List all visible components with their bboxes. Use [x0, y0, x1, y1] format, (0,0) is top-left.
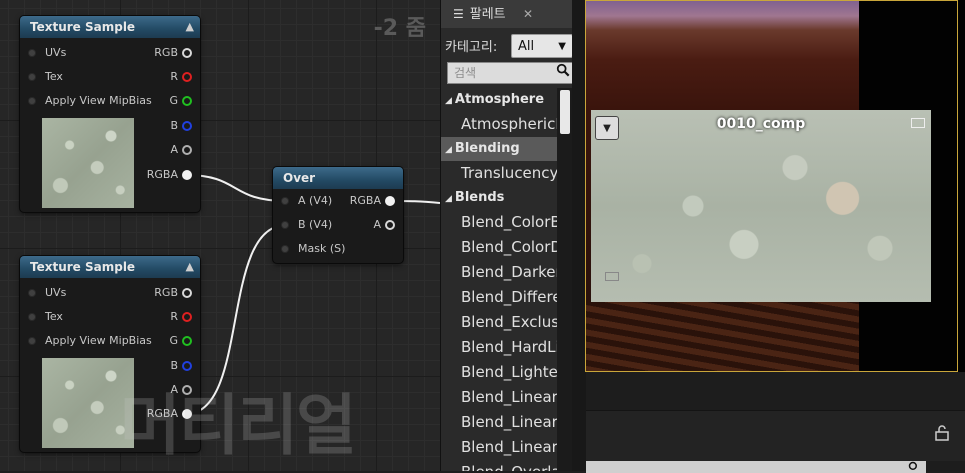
search-icon	[556, 63, 570, 77]
pin-icon	[182, 145, 192, 155]
wire-node1-rgba-to-over-a	[185, 174, 287, 202]
expand-arrow-icon[interactable]: ◢	[445, 194, 452, 204]
input-pin-mask[interactable]: Mask (S)	[281, 240, 345, 258]
texture-preview-window[interactable]: ▼ 0010_comp	[591, 110, 931, 302]
material-graph-canvas[interactable]: -2 줌 Texture Sample ▲ UVs Tex Apply View…	[0, 0, 440, 471]
graph-watermark: 머티리얼	[120, 387, 357, 464]
palette-category-header[interactable]: ◢ Blends	[441, 186, 559, 210]
pin-icon	[281, 221, 289, 229]
input-pin-mipbias[interactable]: Apply View MipBias	[28, 92, 152, 110]
output-pin-rgb[interactable]: RGB	[154, 284, 192, 302]
input-pin-b[interactable]: B (V4)	[281, 216, 332, 234]
pin-icon	[28, 337, 36, 345]
palette-item[interactable]: Blend_HardLight	[441, 335, 559, 360]
close-icon[interactable]: ✕	[523, 0, 533, 28]
input-pin-uvs[interactable]: UVs	[28, 44, 66, 62]
palette-tab[interactable]: ☰ 팔레트 ✕	[441, 0, 573, 28]
category-select[interactable]: All ▼	[511, 34, 573, 58]
output-pin-r[interactable]: R	[170, 308, 192, 326]
expand-arrow-icon[interactable]: ◢	[445, 145, 452, 155]
over-node[interactable]: Over A (V4) B (V4) Mask (S) RGBA A	[273, 167, 403, 263]
pin-icon	[182, 312, 192, 322]
lock-icon[interactable]	[935, 425, 949, 441]
details-search-input[interactable]	[586, 461, 926, 473]
preview-title: 0010_comp	[716, 116, 806, 132]
palette-category-header[interactable]: ◢ Blending	[441, 137, 559, 161]
pin-icon	[182, 48, 192, 58]
panel-splitter[interactable]	[572, 0, 587, 471]
pin-icon	[385, 220, 395, 230]
pin-icon	[28, 97, 36, 105]
camera-icon	[605, 272, 619, 281]
palette-item[interactable]: Blend_Lighten	[441, 360, 559, 385]
node-title[interactable]: Texture Sample ▲	[20, 16, 200, 38]
pin-icon	[281, 245, 289, 253]
maximize-icon[interactable]	[911, 118, 925, 128]
pin-icon	[385, 196, 395, 206]
palette-item[interactable]: Blend_LinearBurn	[441, 385, 559, 410]
chevron-down-icon: ▼	[558, 41, 566, 52]
pin-icon	[28, 289, 36, 297]
lower-toolbar	[586, 410, 965, 461]
palette-item[interactable]: Blend_LinearDodge	[441, 410, 559, 435]
input-pin-a[interactable]: A (V4)	[281, 192, 332, 210]
collapse-arrow-icon[interactable]: ▲	[186, 256, 194, 278]
palette-list: ◢AtmosphereAtmosphericFogColor◢BlendingT…	[441, 88, 559, 471]
pin-icon	[182, 96, 192, 106]
output-pin-a[interactable]: A	[170, 141, 192, 159]
output-pin-rgba[interactable]: RGBA	[350, 192, 395, 210]
palette-item[interactable]: Blend_ColorDodge	[441, 235, 559, 260]
output-pin-a[interactable]: A	[373, 216, 395, 234]
output-pin-rgba[interactable]: RGBA	[147, 166, 192, 184]
input-pin-mipbias[interactable]: Apply View MipBias	[28, 332, 152, 350]
palette-item[interactable]: Blend_Exclusion	[441, 310, 559, 335]
pin-icon	[28, 73, 36, 81]
scrollbar-thumb[interactable]	[560, 90, 570, 134]
palette-panel: ☰ 팔레트 ✕ 카테고리: All ▼ 검색 ◢ Atmosphere Atmosph…	[440, 0, 573, 471]
input-pin-tex[interactable]: Tex	[28, 308, 63, 326]
palette-item[interactable]: Blend_ColorBurn	[441, 210, 559, 235]
collapse-arrow-icon[interactable]: ▲	[186, 16, 194, 38]
input-pin-uvs[interactable]: UVs	[28, 284, 66, 302]
ground-texture	[586, 300, 859, 372]
expand-arrow-icon[interactable]: ◢	[445, 96, 452, 106]
pin-icon	[182, 288, 192, 298]
search-icon	[908, 461, 917, 470]
input-pin-tex[interactable]: Tex	[28, 68, 63, 86]
output-pin-g[interactable]: G	[169, 92, 192, 110]
pin-icon	[281, 197, 289, 205]
pin-icon	[182, 121, 192, 131]
palette-search-input[interactable]: 검색	[447, 62, 573, 84]
pin-icon	[182, 72, 192, 82]
pin-icon	[182, 170, 192, 180]
palette-item[interactable]: AtmosphericFogColor	[441, 112, 559, 137]
output-pin-g[interactable]: G	[169, 332, 192, 350]
palette-item[interactable]: Blend_Darken	[441, 260, 559, 285]
node-title[interactable]: Over	[273, 167, 403, 189]
palette-scrollbar[interactable]	[557, 88, 573, 471]
list-icon: ☰	[453, 7, 464, 21]
texture-thumbnail	[42, 118, 134, 208]
palette-item[interactable]: Blend_Overlay	[441, 460, 559, 471]
pin-icon	[28, 313, 36, 321]
pin-icon	[182, 336, 192, 346]
output-pin-r[interactable]: R	[170, 68, 192, 86]
output-pin-rgb[interactable]: RGB	[154, 44, 192, 62]
texture-sample-node-1[interactable]: Texture Sample ▲ UVs Tex Apply View MipB…	[20, 16, 200, 212]
category-label: 카테고리:	[445, 40, 498, 55]
output-pin-b[interactable]: B	[170, 117, 192, 135]
pin-icon	[28, 49, 36, 57]
palette-item[interactable]: Blend_Difference	[441, 285, 559, 310]
palette-item[interactable]: Blend_LinearLight	[441, 435, 559, 460]
pin-icon	[182, 361, 192, 371]
palette-category-header[interactable]: ◢ Atmosphere	[441, 88, 559, 112]
palette-item[interactable]: TranslucencyBlend	[441, 161, 559, 186]
node-title[interactable]: Texture Sample ▲	[20, 256, 200, 278]
